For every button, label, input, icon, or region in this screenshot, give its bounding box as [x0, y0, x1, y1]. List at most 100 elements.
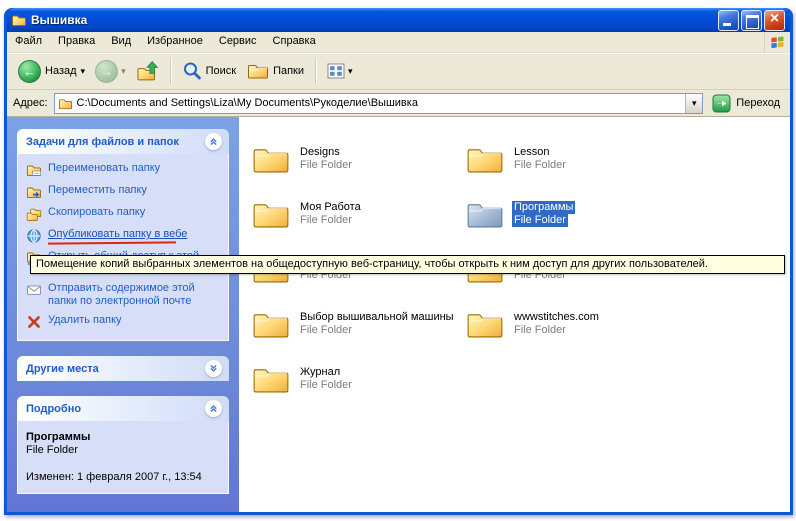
task-copy-folder[interactable]: Скопировать папку	[26, 206, 224, 222]
address-label: Адрес:	[13, 97, 48, 109]
address-bar: Адрес: C:\Documents and Settings\Liza\My…	[7, 90, 790, 117]
folder-item-programmy-selected[interactable]: ПрограммыFile Folder	[466, 186, 680, 241]
tooltip-text: Помещение копий выбранных элементов на о…	[36, 258, 708, 270]
toolbar-separator	[315, 58, 317, 84]
minimize-button[interactable]	[718, 10, 739, 31]
folder-item-wwwstitches[interactable]: wwwstitches.comFile Folder	[466, 296, 680, 351]
task-email-folder[interactable]: Отправить содержимое этой папки по элект…	[26, 282, 224, 308]
move-icon	[26, 184, 43, 200]
task-label: Переименовать папку	[48, 162, 224, 178]
search-button[interactable]: Поиск	[177, 59, 242, 83]
toolbar-separator	[170, 58, 172, 84]
folder-item-designs[interactable]: DesignsFile Folder	[252, 131, 466, 186]
windows-logo-icon	[764, 32, 790, 52]
folder-name: Моя Работа	[298, 201, 363, 214]
other-places-title: Другие места	[26, 363, 99, 375]
task-rename-folder[interactable]: Переименовать папку	[26, 162, 224, 178]
file-list-area[interactable]: DesignsFile Folder LessonFile Folder Моя…	[239, 117, 790, 512]
folder-type: File Folder	[512, 324, 568, 337]
other-places-header[interactable]: Другие места	[17, 356, 229, 381]
tooltip: Помещение копий выбранных элементов на о…	[30, 255, 785, 274]
collapse-chevron-up-icon[interactable]	[205, 400, 222, 417]
task-label: Удалить папку	[48, 314, 224, 330]
tasks-panel-title: Задачи для файлов и папок	[26, 136, 179, 148]
menu-help[interactable]: Справка	[265, 32, 324, 52]
folder-name: Designs	[298, 146, 342, 159]
views-button[interactable]	[322, 61, 358, 81]
delete-icon	[26, 314, 43, 330]
menu-file[interactable]: Файл	[7, 32, 50, 52]
menu-bar: Файл Правка Вид Избранное Сервис Справка	[7, 32, 790, 53]
up-button[interactable]	[131, 58, 165, 84]
menu-view[interactable]: Вид	[103, 32, 139, 52]
details-panel-header[interactable]: Подробно	[17, 396, 229, 421]
menu-tools[interactable]: Сервис	[211, 32, 265, 52]
up-folder-icon	[136, 60, 160, 82]
folder-name: Программы	[512, 201, 575, 214]
tasks-panel-header[interactable]: Задачи для файлов и папок	[17, 129, 229, 154]
collapse-chevron-up-icon[interactable]	[205, 133, 222, 150]
task-publish-folder-web[interactable]: Опубликовать папку в вебе	[26, 228, 224, 244]
folder-icon	[252, 309, 290, 339]
folder-item-vybor-mashiny[interactable]: Выбор вышивальной машиныFile Folder	[252, 296, 466, 351]
details-folder-type: File Folder	[26, 444, 220, 456]
address-folder-icon	[58, 96, 73, 111]
back-button[interactable]: Назад	[13, 58, 90, 85]
address-dropdown-button[interactable]	[685, 94, 702, 113]
folder-item-lesson[interactable]: LessonFile Folder	[466, 131, 680, 186]
folder-name: Журнал	[298, 366, 342, 379]
address-input[interactable]: C:\Documents and Settings\Liza\My Docume…	[54, 93, 704, 114]
window-title: Вышивка	[31, 13, 716, 27]
search-label: Поиск	[205, 65, 237, 77]
expand-chevron-down-icon[interactable]	[205, 360, 222, 377]
folder-name: wwwstitches.com	[512, 311, 601, 324]
folder-icon	[466, 144, 504, 174]
folders-button[interactable]: Папки	[242, 60, 310, 82]
folder-icon	[466, 309, 504, 339]
menu-favorites[interactable]: Избранное	[139, 32, 211, 52]
menu-edit[interactable]: Правка	[50, 32, 103, 52]
back-label: Назад	[44, 65, 78, 77]
close-button[interactable]	[764, 10, 785, 31]
toolbar: Назад Поиск	[7, 53, 790, 90]
folder-type: File Folder	[512, 214, 568, 227]
forward-button[interactable]	[90, 58, 131, 85]
task-pane-sidebar: Задачи для файлов и папок Переименовать …	[7, 117, 239, 512]
back-dropdown-icon	[81, 67, 86, 76]
forward-dropdown-icon	[121, 67, 126, 76]
other-places-panel: Другие места	[17, 356, 229, 381]
folders-label: Папки	[272, 65, 305, 77]
search-icon	[182, 61, 202, 81]
folder-name: Выбор вышивальной машины	[298, 311, 456, 324]
tasks-panel: Задачи для файлов и папок Переименовать …	[17, 129, 229, 341]
folder-item-moya-rabota[interactable]: Моя РаботаFile Folder	[252, 186, 466, 241]
copy-icon	[26, 206, 43, 222]
chevron-down-icon	[692, 99, 697, 108]
views-dropdown-icon	[348, 67, 353, 76]
maximize-button[interactable]	[741, 10, 762, 31]
rename-icon	[26, 162, 43, 178]
details-modified-date: Изменен: 1 февраля 2007 г., 13:54	[26, 471, 220, 483]
folder-type: File Folder	[298, 324, 354, 337]
task-move-folder[interactable]: Переместить папку	[26, 184, 224, 200]
address-path: C:\Documents and Settings\Liza\My Docume…	[77, 97, 686, 109]
title-bar[interactable]: Вышивка	[7, 8, 790, 32]
go-button[interactable]: Переход	[709, 94, 784, 113]
folder-item-zhurnal[interactable]: ЖурналFile Folder	[252, 351, 466, 406]
details-panel-title: Подробно	[26, 403, 81, 415]
details-panel: Подробно Программы File Folder Изменен: …	[17, 396, 229, 494]
back-arrow-icon	[18, 60, 41, 83]
folder-type: File Folder	[298, 379, 354, 392]
folders-icon	[247, 62, 269, 80]
task-delete-folder[interactable]: Удалить папку	[26, 314, 224, 330]
folder-type: File Folder	[298, 214, 354, 227]
folder-type: File Folder	[512, 159, 568, 172]
task-label: Переместить папку	[48, 184, 224, 200]
details-panel-body: Программы File Folder Изменен: 1 февраля…	[17, 421, 229, 494]
folder-icon	[252, 364, 290, 394]
folder-icon	[252, 144, 290, 174]
publish-web-icon	[26, 228, 43, 244]
folder-icon	[252, 199, 290, 229]
views-grid-icon	[327, 63, 345, 79]
email-icon	[26, 282, 43, 298]
